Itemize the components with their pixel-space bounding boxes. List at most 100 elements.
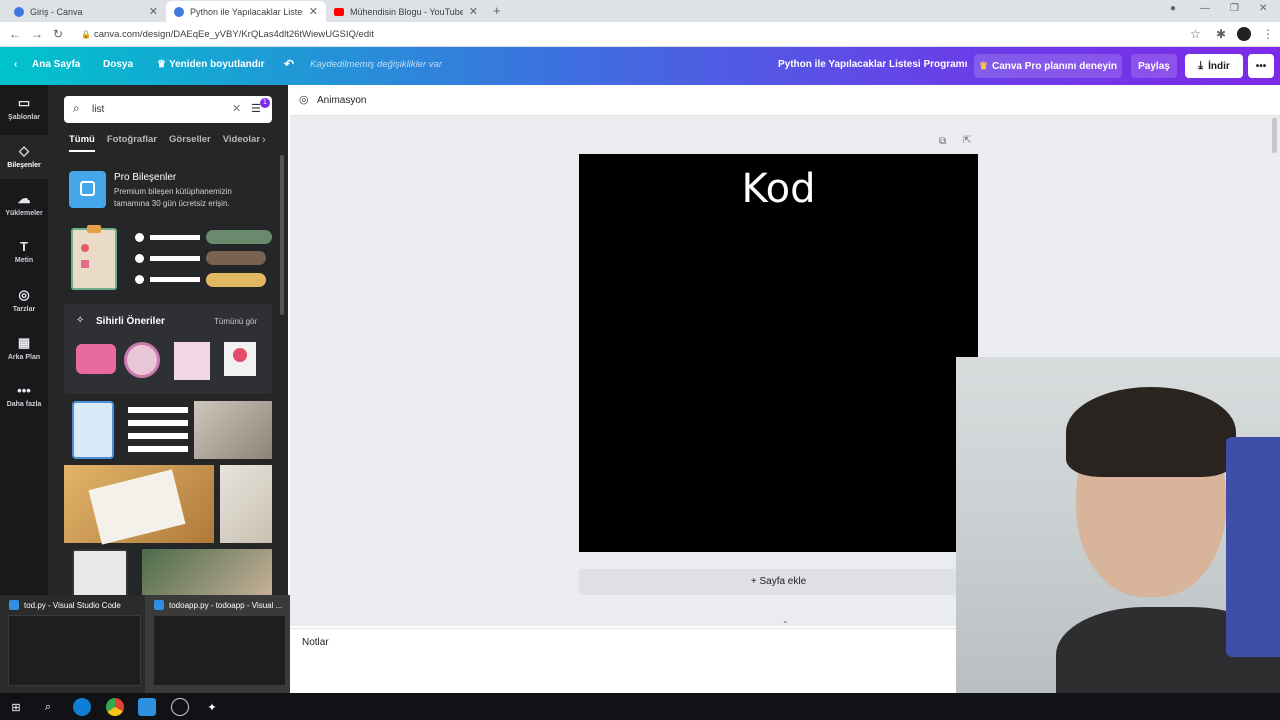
magnifier-graphic[interactable]	[124, 342, 160, 378]
preview-vscode-todoapp[interactable]: todoapp.py - todoapp - Visual ...	[145, 595, 290, 693]
people-photo[interactable]	[142, 549, 272, 595]
clear-icon[interactable]: ✕	[232, 102, 241, 115]
see-all-link[interactable]: Tümünü gör	[214, 317, 257, 326]
bookmark-star-icon[interactable]: ☆	[1190, 27, 1201, 41]
obs-icon[interactable]	[171, 698, 189, 716]
canva-favicon-icon	[14, 6, 24, 17]
add-page-icon[interactable]: ⇱	[963, 135, 971, 146]
browser-tab-strip: Giriş - Canva ✕ Python ile Yapılacaklar …	[0, 0, 1280, 22]
tab-videos[interactable]: Videolar	[223, 134, 260, 152]
extensions-icon[interactable]: ✱	[1216, 27, 1226, 41]
target-board-graphic[interactable]	[224, 342, 256, 376]
vscode-icon	[9, 600, 19, 610]
forward-icon[interactable]: →	[31, 27, 43, 41]
canva-pro-button[interactable]: ♛ Canva Pro planını deneyin	[974, 54, 1122, 78]
search-icon[interactable]: ⌕	[39, 698, 57, 716]
unsaved-status: Kaydedilmemiş değişiklikler var	[310, 59, 442, 70]
home-link[interactable]: Ana Sayfa	[32, 59, 80, 70]
resize-button[interactable]: Yeniden boyutlandır	[169, 59, 265, 70]
crown-icon: ♛	[979, 60, 988, 72]
close-icon[interactable]: ✕	[309, 5, 318, 18]
search-input[interactable]	[92, 101, 222, 117]
lines-graphic[interactable]	[128, 403, 188, 455]
design-title[interactable]: Python ile Yapılacaklar Listesi Programı	[778, 59, 967, 70]
tab-graphics[interactable]: Görseller	[169, 134, 211, 152]
page-heading-text[interactable]: Kod	[579, 166, 978, 212]
profile-avatar[interactable]	[1237, 27, 1251, 41]
rail-item-styles[interactable]: ◎ Tarzlar	[0, 287, 48, 313]
pro-elements-icon	[69, 171, 106, 208]
minimize-icon[interactable]: —	[1200, 3, 1210, 14]
window-close-icon[interactable]: ✕	[1259, 3, 1267, 14]
close-icon[interactable]: ✕	[469, 5, 478, 18]
chevron-right-icon[interactable]: ›	[262, 134, 266, 146]
checklist-photo[interactable]	[64, 465, 214, 545]
windows-start-icon[interactable]: ⊞	[7, 698, 25, 716]
search-box[interactable]: ⌕ ✕ ☰ 1	[64, 96, 272, 123]
swatch-graphic	[206, 273, 266, 287]
url-text: canva.com/design/DAEqEe_yVBY/KrQLas4dlt2…	[94, 29, 374, 40]
preview-vscode-tod[interactable]: tod.py - Visual Studio Code	[0, 595, 145, 693]
taskbar-window-preview: tod.py - Visual Studio Code todoapp.py -…	[0, 595, 290, 693]
new-tab-icon[interactable]: +	[493, 3, 501, 18]
clip-icon	[87, 225, 101, 233]
chevron-left-icon[interactable]: ‹	[14, 59, 17, 70]
app-icon[interactable]: ✦	[203, 698, 221, 716]
rail-item-elements[interactable]: ◇ Bileşenler	[0, 135, 48, 179]
more-options-button[interactable]: •••	[1248, 54, 1274, 78]
back-icon[interactable]: ←	[9, 27, 21, 41]
download-label: İndir	[1208, 60, 1230, 72]
clipboard-graphic[interactable]	[71, 225, 117, 290]
swatch-graphic	[206, 251, 266, 265]
clipboard-list-graphic[interactable]	[72, 401, 114, 459]
browser-menu-icon[interactable]: ⋮	[1262, 27, 1274, 41]
duplicate-page-icon[interactable]: ⧉	[939, 136, 946, 147]
edge-icon[interactable]	[73, 698, 91, 716]
close-icon[interactable]: ✕	[149, 5, 158, 18]
file-menu[interactable]: Dosya	[103, 59, 133, 70]
tab-photos[interactable]: Fotoğraflar	[107, 134, 157, 152]
restore-icon[interactable]: ❐	[1230, 3, 1239, 14]
tab-search-icon[interactable]: ●	[1170, 3, 1176, 14]
rail-item-uploads[interactable]: ☁ Yüklemeler	[0, 191, 48, 217]
tab-canva-home[interactable]: Giriş - Canva ✕	[6, 1, 166, 22]
notebook-photo[interactable]	[220, 465, 272, 543]
download-icon: ⤓	[1198, 59, 1204, 72]
url-field[interactable]: 🔒 canva.com/design/DAEqEe_yVBY/KrQLas4dl…	[78, 26, 1178, 43]
rail-item-templates[interactable]: ▭ Şablonlar	[0, 95, 48, 121]
vscode-taskbar-icon[interactable]	[138, 698, 156, 716]
rail-item-text[interactable]: T Metin	[0, 239, 48, 264]
rail-item-more[interactable]: ••• Daha fazla	[0, 383, 48, 408]
download-button[interactable]: ⤓ İndir	[1185, 54, 1243, 78]
recipe-graphic[interactable]	[72, 549, 128, 595]
panel-scrollbar[interactable]	[280, 155, 284, 315]
youtube-favicon-icon	[334, 7, 344, 16]
reload-icon[interactable]: ↻	[53, 27, 63, 41]
ellipsis-icon: •••	[1255, 60, 1267, 72]
workspace-scrollbar[interactable]	[1272, 118, 1277, 153]
notes-button[interactable]: Notlar	[302, 637, 329, 648]
chat-bubble-graphic[interactable]	[76, 344, 116, 374]
bullet-icon	[135, 254, 144, 263]
undo-icon[interactable]: ↶	[284, 57, 294, 71]
tab-all[interactable]: Tümü	[69, 134, 95, 152]
pro-elements-desc: Premium bileşen kütüphanemizin	[114, 187, 232, 196]
design-page[interactable]: Kod	[579, 154, 978, 552]
rail-label: Bileşenler	[7, 162, 41, 169]
list-graphic[interactable]	[135, 230, 275, 294]
notes-graphic[interactable]	[174, 342, 210, 380]
webcam-overlay	[956, 357, 1280, 720]
line-graphic	[150, 277, 200, 282]
writing-photo[interactable]	[194, 401, 272, 459]
rail-item-background[interactable]: ▦ Arka Plan	[0, 335, 48, 361]
animation-icon: ◎	[299, 94, 309, 106]
tab-youtube[interactable]: Mühendisin Blogu - YouTube ✕	[326, 1, 486, 22]
chrome-icon[interactable]	[106, 698, 124, 716]
pro-elements-title[interactable]: Pro Bileşenler	[114, 172, 176, 183]
more-icon: •••	[17, 383, 31, 398]
tab-canva-design[interactable]: Python ile Yapılacaklar Listesi Pro ✕	[166, 1, 326, 22]
animation-button[interactable]: Animasyon	[317, 95, 366, 106]
add-page-button[interactable]: + Sayfa ekle	[579, 569, 978, 595]
filter-count-badge: 1	[260, 98, 270, 108]
share-button[interactable]: Paylaş	[1131, 54, 1177, 78]
